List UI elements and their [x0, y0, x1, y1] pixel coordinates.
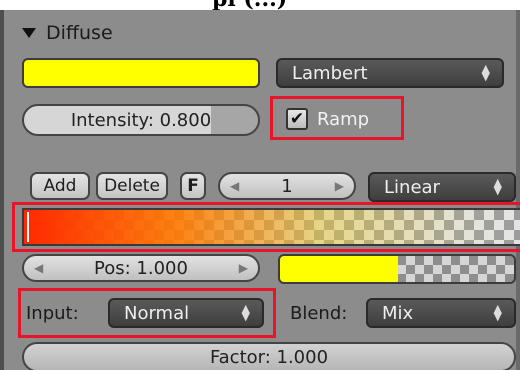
- add-label: Add: [43, 176, 77, 196]
- ramp-highlight-box: [12, 202, 520, 252]
- input-dropdown[interactable]: Normal ▲ ▼: [108, 298, 264, 328]
- flip-button[interactable]: F: [180, 172, 206, 200]
- active-index-field[interactable]: ◀ 1 ▶: [218, 172, 356, 200]
- updown-icon: ▲ ▼: [493, 302, 502, 323]
- factor-slider[interactable]: Factor: 1.000: [22, 342, 516, 370]
- diffuse-color-field[interactable]: [22, 58, 260, 88]
- updown-icon: ▲ ▼: [493, 176, 502, 197]
- interpolation-value: Linear: [384, 176, 440, 198]
- blend-value: Mix: [382, 302, 414, 324]
- arrow-right-icon[interactable]: ▶: [335, 179, 344, 193]
- ramp-label: Ramp: [317, 108, 370, 130]
- input-label: Input:: [26, 302, 79, 324]
- caption-strip: pl (...): [0, 0, 520, 10]
- pos-label: Pos: 1.000: [94, 257, 188, 279]
- arrow-right-icon[interactable]: ▶: [239, 261, 248, 275]
- delete-button[interactable]: Delete: [96, 172, 168, 200]
- shader-value: Lambert: [292, 62, 368, 84]
- pos-field[interactable]: ◀ Pos: 1.000 ▶: [22, 254, 260, 282]
- diffuse-panel: Diffuse Lambert ▲ ▼ Intensity: 0.800 ✔ Ra…: [0, 10, 520, 370]
- updown-icon: ▲ ▼: [241, 302, 250, 323]
- diffuse-header[interactable]: Diffuse: [22, 20, 113, 46]
- blend-dropdown[interactable]: Mix ▲ ▼: [366, 298, 516, 328]
- checkmark-icon[interactable]: ✔: [286, 108, 308, 130]
- flip-label: F: [187, 176, 199, 196]
- interpolation-dropdown[interactable]: Linear ▲ ▼: [368, 172, 516, 202]
- blend-label: Blend:: [290, 302, 348, 324]
- delete-label: Delete: [104, 176, 160, 196]
- add-button[interactable]: Add: [30, 172, 90, 200]
- panel-title: Diffuse: [46, 22, 113, 44]
- caption-text: pl (...): [212, 0, 287, 10]
- intensity-slider[interactable]: Intensity: 0.800: [22, 104, 260, 136]
- ramp-stop-color[interactable]: [278, 254, 516, 284]
- factor-label: Factor: 1.000: [209, 346, 329, 368]
- triangle-down-icon: [22, 28, 36, 38]
- arrow-left-icon[interactable]: ◀: [230, 179, 239, 193]
- arrow-left-icon[interactable]: ◀: [34, 261, 43, 275]
- intensity-label: Intensity: 0.800: [70, 109, 212, 131]
- active-index-value: 1: [281, 175, 293, 197]
- shader-dropdown[interactable]: Lambert ▲ ▼: [276, 58, 504, 88]
- input-value: Normal: [124, 302, 190, 324]
- ramp-toggle[interactable]: ✔ Ramp: [286, 106, 369, 132]
- updown-icon: ▲ ▼: [481, 62, 490, 83]
